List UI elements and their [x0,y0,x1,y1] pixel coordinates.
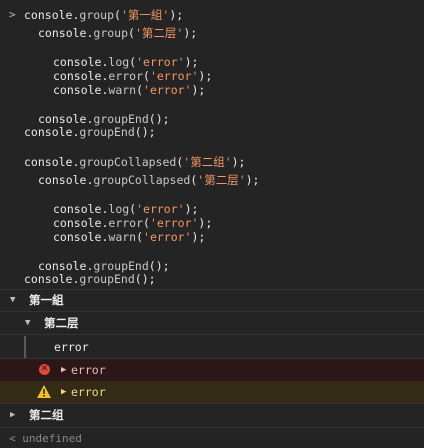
code-line: console.groupCollapsed('第二组'); [24,155,246,169]
divider [0,334,424,335]
group-header-1[interactable]: ▼ 第一組 [0,289,424,311]
code-line: console.log('error'); [53,55,199,69]
expand-stack-icon[interactable]: ▶ [61,359,66,381]
expand-stack-icon[interactable]: ▶ [61,381,66,403]
warning-icon [37,385,51,398]
expand-triangle-icon[interactable]: ▼ [25,312,30,334]
result-line: < undefined [9,432,82,446]
warning-message[interactable]: ▶ error [0,381,424,403]
warning-text: error [71,385,106,399]
group-label: 第二层 [44,316,79,330]
code-line: console.groupEnd(); [38,259,170,273]
log-message: error [0,336,424,358]
group-label: 第一組 [29,293,64,307]
input-prompt-icon: > [9,8,16,21]
code-line: console.groupEnd(); [38,112,170,126]
error-icon: ✕ [39,364,50,375]
error-text: error [71,363,106,377]
code-line: console.groupEnd(); [24,125,156,139]
collapsed-triangle-icon[interactable]: ▶ [10,404,15,426]
code-line: console.warn('error'); [53,230,206,244]
expand-triangle-icon[interactable]: ▼ [10,289,15,311]
code-line: console.log('error'); [53,202,199,216]
console-input-code: > console.group('第一組'); console.group('第… [0,0,424,290]
log-text: error [54,340,89,354]
code-line: console.group('第一組'); [24,8,184,22]
error-message[interactable]: ✕ ▶ error [0,359,424,381]
code-line: console.groupCollapsed('第二层'); [38,173,260,187]
group-header-collapsed[interactable]: ▶ 第二组 [0,404,424,426]
code-line: console.warn('error'); [53,83,206,97]
group-header-2[interactable]: ▼ 第二层 [0,312,424,334]
code-line: console.group('第二层'); [38,26,198,40]
divider [0,427,424,428]
group-label: 第二组 [29,408,64,422]
result-value: undefined [22,432,82,445]
code-line: console.error('error'); [53,69,213,83]
code-line: console.error('error'); [53,216,213,230]
code-line: console.groupEnd(); [24,272,156,286]
result-arrow-icon: < [9,432,16,445]
